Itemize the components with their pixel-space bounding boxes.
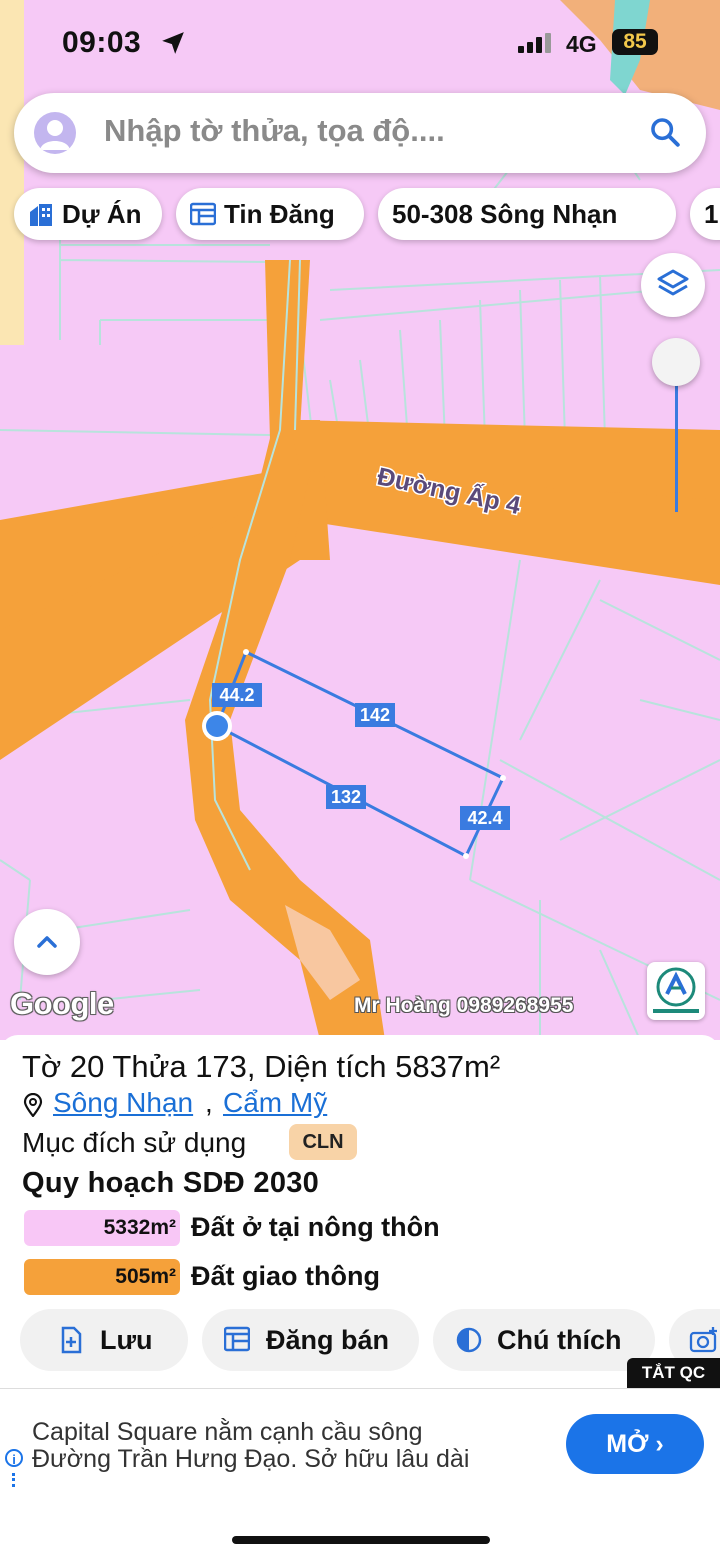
contrast-icon [456, 1327, 482, 1353]
listing-icon [189, 202, 217, 226]
home-indicator-area [0, 1498, 720, 1557]
legend-button[interactable]: Chú thích [433, 1309, 655, 1371]
parcel-info-sheet: Tờ 20 Thửa 173, Diện tích 5837m² Sông Nh… [0, 1035, 720, 1395]
add-photo-icon [689, 1327, 717, 1353]
status-time: 09:03 [62, 26, 142, 59]
watermark-text: Mr Hoàng 0989268955 [354, 994, 574, 1017]
zone-name-road: Đất giao thông [191, 1261, 380, 1291]
opacity-slider-thumb[interactable] [652, 338, 700, 386]
ad-dots-icon [12, 1473, 18, 1487]
chip-tin-dang[interactable]: Tin Đăng [176, 188, 364, 240]
hide-ads-button[interactable]: TẮT QC [627, 1358, 720, 1388]
avatar[interactable] [34, 112, 76, 154]
chevron-up-icon [37, 936, 57, 948]
zone-name-residential: Đất ở tại nông thôn [191, 1212, 440, 1242]
edge-label: 142 [360, 705, 390, 725]
calendar-icon [224, 1326, 250, 1352]
layers-icon [657, 269, 689, 296]
current-location-dot [206, 715, 228, 737]
location-separator: , [205, 1087, 213, 1118]
battery-icon: 85 [612, 29, 658, 55]
ad-info-icon[interactable]: i [5, 1449, 23, 1467]
commune-link[interactable]: Sông Nhạn [53, 1087, 193, 1119]
zone-area-residential: 5332m² [24, 1210, 180, 1246]
ad-banner[interactable]: Capital Square nằm cạnh cầu sông Đường T… [0, 1388, 720, 1499]
search-input[interactable]: Nhập tờ thửa, tọa độ.... [104, 113, 624, 149]
save-button[interactable]: Lưu [20, 1309, 188, 1371]
purpose-label: Mục đích sử dụng [22, 1127, 247, 1158]
district-link[interactable]: Cẩm Mỹ [223, 1087, 327, 1119]
zone-area-road: 505m² [24, 1259, 180, 1295]
chip-location[interactable]: 50-308 Sông Nhạn [378, 188, 676, 240]
location-arrow-icon [162, 32, 184, 54]
edge-label: 44.2 [219, 685, 254, 705]
location-pin-icon [23, 1093, 43, 1117]
chip-label: Dự Án [62, 199, 142, 229]
parcel-title: Tờ 20 Thửa 173, Diện tích 5837m² [22, 1049, 501, 1084]
save-label: Lưu [100, 1325, 153, 1355]
post-sale-button[interactable]: Đăng bán [202, 1309, 419, 1371]
bookmark-add-icon [61, 1326, 82, 1354]
ad-line-1: Capital Square nằm cạnh cầu sông [32, 1418, 423, 1446]
chip-label: 1 [704, 199, 719, 229]
chip-label: Tin Đăng [224, 199, 335, 229]
chip-label: 50-308 Sông Nhạn [392, 199, 618, 229]
google-attribution: Google [10, 986, 114, 1021]
signal-icon [518, 33, 551, 53]
network-type: 4G [566, 31, 597, 57]
building-icon [30, 204, 52, 227]
search-icon[interactable] [648, 115, 682, 149]
watermark-logo [647, 962, 705, 1020]
legend-label: Chú thích [497, 1325, 622, 1355]
plan-title: Quy hoạch SDĐ 2030 [22, 1167, 320, 1199]
purpose-badge: CLN [289, 1124, 357, 1160]
search-bar[interactable]: Nhập tờ thửa, tọa độ.... [14, 93, 706, 173]
opacity-slider-track[interactable] [675, 370, 678, 512]
layers-button[interactable] [641, 253, 705, 317]
home-indicator[interactable] [232, 1536, 490, 1544]
expand-up-button[interactable] [14, 909, 80, 975]
ad-line-2: Đường Trần Hưng Đạo. Sở hữu lâu dài [32, 1445, 470, 1473]
status-bar: 09:03 4G 85 [0, 0, 720, 80]
post-sale-label: Đăng bán [266, 1325, 390, 1355]
chip-du-an[interactable]: Dự Án [14, 188, 162, 240]
edge-label: 132 [331, 787, 361, 807]
ad-open-button[interactable]: MỞ › [566, 1414, 704, 1474]
edge-label: 42.4 [467, 808, 502, 828]
